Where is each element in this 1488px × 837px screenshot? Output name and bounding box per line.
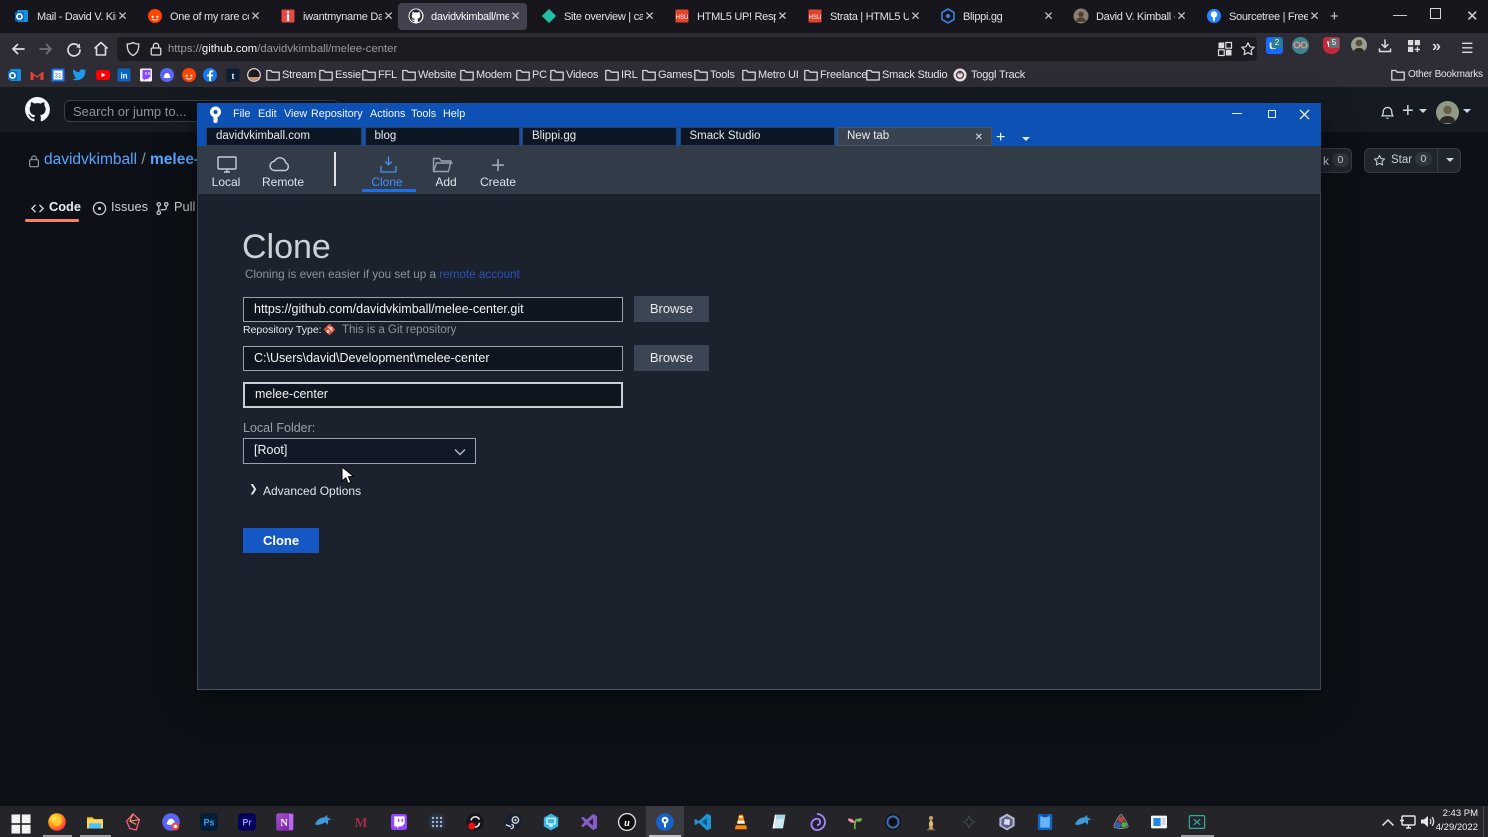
svg-text:Pr: Pr bbox=[242, 818, 252, 828]
svg-text:in: in bbox=[120, 71, 127, 80]
svg-text:u: u bbox=[624, 818, 630, 829]
svg-text:Ps: Ps bbox=[204, 818, 215, 828]
svg-text:31: 31 bbox=[54, 73, 62, 80]
svg-text:N: N bbox=[280, 818, 288, 829]
svg-text:HSU: HSU bbox=[676, 15, 689, 21]
svg-text:M: M bbox=[355, 815, 368, 830]
svg-text:HSU: HSU bbox=[809, 15, 822, 21]
svg-text:t: t bbox=[232, 71, 235, 81]
